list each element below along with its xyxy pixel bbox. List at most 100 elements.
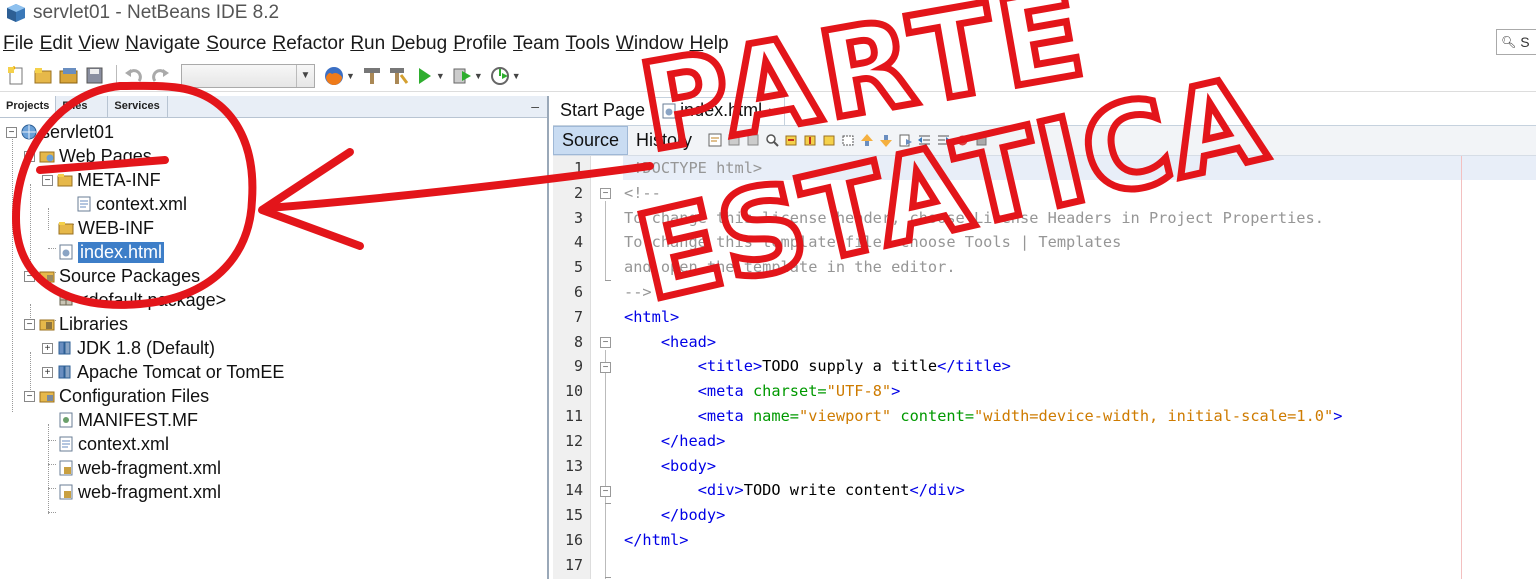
code-line-4: To change this template file, choose Too… [624, 230, 1121, 255]
expand-toggle[interactable]: + [42, 342, 53, 354]
collapse-toggle[interactable]: − [24, 270, 35, 282]
menu-debug[interactable]: Debug [391, 33, 447, 55]
shift-right-icon[interactable] [936, 133, 951, 148]
tree-node-project[interactable]: − servlet01 [6, 120, 114, 144]
body-open-tag: <body> [660, 456, 717, 475]
tree-node-tomcat[interactable]: + Apache Tomcat or TomEE [42, 360, 284, 384]
find-icon[interactable] [765, 133, 780, 148]
menu-refactor[interactable]: Refactor [272, 33, 344, 55]
menu-navigate[interactable]: Navigate [125, 33, 200, 55]
stop-macro-icon[interactable] [974, 133, 989, 148]
next-bookmark-icon[interactable] [879, 133, 894, 148]
fold-toggle[interactable]: − [600, 188, 611, 199]
tab-source[interactable]: Source [553, 126, 629, 155]
title-close-tag: </title> [937, 357, 1011, 376]
browser-dropdown-icon[interactable]: ▼ [346, 71, 355, 81]
menu-team[interactable]: Team [513, 33, 559, 55]
redo-icon[interactable] [149, 65, 171, 87]
quick-search-input[interactable]: 🔍︎ S [1496, 29, 1536, 55]
tab-index-html[interactable]: index.html × [653, 97, 786, 125]
find-next-icon[interactable] [803, 133, 818, 148]
toggle-bookmark-icon[interactable] [898, 133, 913, 148]
back-icon[interactable] [727, 133, 742, 148]
tree-node-source-packages[interactable]: − Source Packages [24, 264, 200, 288]
menu-run[interactable]: Run [350, 33, 385, 55]
collapse-toggle[interactable]: − [42, 174, 53, 186]
run-icon[interactable] [413, 65, 435, 87]
new-project-icon[interactable] [32, 65, 54, 87]
code-editor[interactable]: 1 2 3 4 5 6 7 8 9 10 11 12 13 14 15 16 17 − − − − <!DOCT… [553, 156, 1536, 579]
fold-toggle[interactable]: − [600, 337, 611, 348]
tree-node-default-package[interactable]: <default package> [58, 288, 226, 312]
tree-node-web-inf[interactable]: WEB-INF [58, 216, 154, 240]
firefox-browser-icon[interactable] [323, 65, 345, 87]
collapse-toggle[interactable]: − [6, 126, 17, 138]
tab-history[interactable]: History [628, 127, 700, 154]
fold-toggle[interactable]: − [600, 486, 611, 497]
head-open-tag: <head> [660, 332, 717, 351]
comment-text: To change this license header, choose Li… [624, 208, 1324, 227]
tree-connector [30, 184, 31, 276]
menu-file[interactable]: File [3, 33, 34, 55]
tree-node-meta-inf[interactable]: − META-INF [42, 168, 161, 192]
tree-node-libraries[interactable]: − Libraries [24, 312, 128, 336]
menu-tools[interactable]: Tools [566, 33, 610, 55]
menu-source[interactable]: Source [206, 33, 266, 55]
configuration-select[interactable]: ▼ [181, 63, 315, 88]
save-all-icon[interactable] [84, 65, 106, 87]
tab-projects[interactable]: Projects [0, 96, 57, 117]
collapse-toggle[interactable]: − [24, 150, 35, 162]
tab-services[interactable]: Services [108, 96, 169, 117]
close-icon[interactable]: × [768, 103, 776, 119]
open-project-icon[interactable] [58, 65, 80, 87]
toggle-rect-selection-icon[interactable] [841, 133, 856, 148]
new-file-icon[interactable] [6, 65, 28, 87]
menu-view[interactable]: View [78, 33, 119, 55]
expand-toggle[interactable]: + [42, 366, 53, 378]
tree-node-index-html[interactable]: index.html [58, 240, 165, 264]
undo-icon[interactable] [123, 65, 145, 87]
code-line-15: </body> [624, 503, 725, 528]
tree-node-web-fragment-1[interactable]: web-fragment.xml [58, 456, 221, 480]
tree-label: Apache Tomcat or TomEE [77, 361, 285, 382]
minimize-panel-button[interactable]: – [531, 96, 539, 117]
menu-edit[interactable]: Edit [40, 33, 73, 55]
record-macro-icon[interactable] [955, 133, 970, 148]
menu-window[interactable]: Window [616, 33, 684, 55]
code-line-16: </html> [624, 528, 688, 553]
tree-node-manifest[interactable]: MANIFEST.MF [58, 408, 198, 432]
last-edit-icon[interactable] [708, 133, 723, 148]
tree-node-config-context-xml[interactable]: context.xml [58, 432, 169, 456]
tree-node-web-pages[interactable]: − Web Pages [24, 144, 152, 168]
fold-toggle[interactable]: − [600, 362, 611, 373]
tree-node-context-xml[interactable]: context.xml [76, 192, 187, 216]
collapse-toggle[interactable]: − [24, 390, 35, 402]
menu-help[interactable]: Help [690, 33, 729, 55]
projects-panel: Projects Files Services – − servlet01 − … [0, 96, 549, 579]
previous-bookmark-icon[interactable] [860, 133, 875, 148]
tree-node-jdk[interactable]: + JDK 1.8 (Default) [42, 336, 215, 360]
run-dropdown-icon[interactable]: ▼ [436, 71, 445, 81]
find-previous-icon[interactable] [784, 133, 799, 148]
tab-start-page[interactable]: Start Page [553, 98, 653, 125]
tree-node-configuration-files[interactable]: − Configuration Files [24, 384, 209, 408]
code-line-11: <meta name="viewport" content="width=dev… [624, 404, 1343, 429]
html-open-tag: <html> [624, 307, 680, 326]
debug-icon[interactable] [451, 65, 473, 87]
build-hammer-icon[interactable] [361, 65, 383, 87]
profile-dropdown-icon[interactable]: ▼ [512, 71, 521, 81]
tab-files[interactable]: Files [56, 96, 109, 117]
code-line-1: <!DOCTYPE html> [624, 156, 762, 181]
tree-node-web-fragment-2[interactable]: web-fragment.xml [58, 480, 221, 504]
menu-bar: File Edit View Navigate Source Refactor … [0, 30, 735, 58]
shift-left-icon[interactable] [917, 133, 932, 148]
profile-icon[interactable] [489, 65, 511, 87]
toggle-highlight-icon[interactable] [822, 133, 837, 148]
collapse-toggle[interactable]: − [24, 318, 35, 330]
body-close-tag: </body> [660, 506, 726, 525]
forward-icon[interactable] [746, 133, 761, 148]
debug-dropdown-icon[interactable]: ▼ [474, 71, 483, 81]
line-number: 5 [573, 258, 583, 277]
clean-build-icon[interactable] [387, 65, 409, 87]
menu-profile[interactable]: Profile [453, 33, 507, 55]
